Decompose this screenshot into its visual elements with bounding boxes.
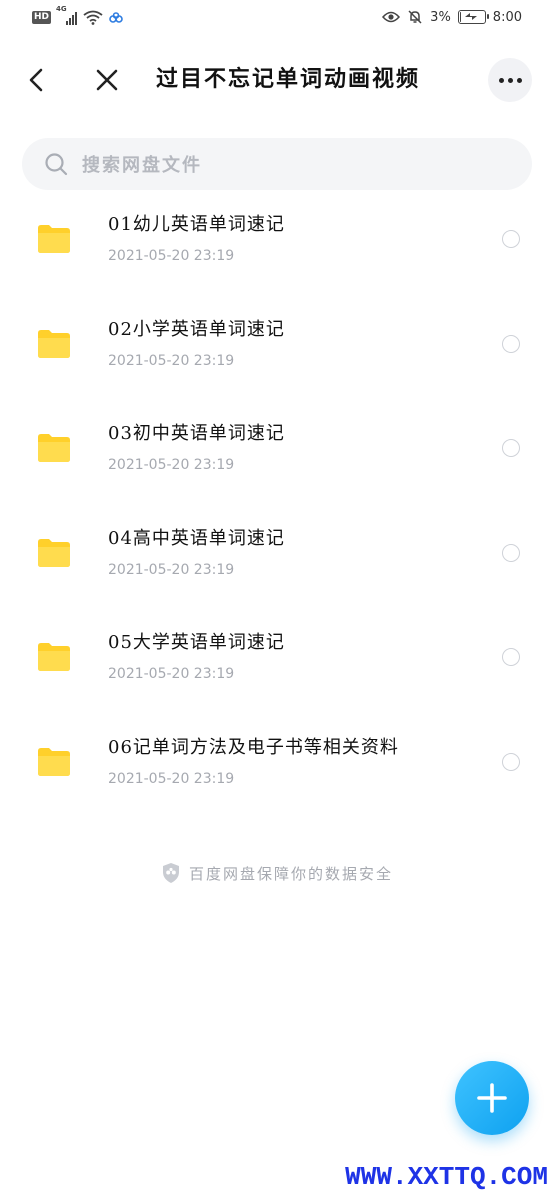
list-item[interactable]: 01幼儿英语单词速记 2021-05-20 23:19 — [0, 190, 554, 295]
more-dot — [498, 77, 504, 83]
file-name: 05大学英语单词速记 — [108, 632, 285, 654]
file-date: 2021-05-20 23:19 — [108, 248, 235, 264]
security-note: 百度网盘保障你的数据安全 — [0, 862, 554, 884]
folder-icon — [38, 747, 70, 776]
file-date: 2021-05-20 23:19 — [108, 457, 235, 474]
nav-bar: 过目不忘记单词动画视频 — [0, 44, 554, 116]
clock: 8:00 — [492, 9, 522, 25]
search-input[interactable]: 搜索网盘文件 — [22, 138, 532, 190]
file-name: 06记单词方法及电子书等相关资料 — [108, 736, 399, 758]
more-options-button[interactable] — [488, 58, 532, 102]
more-dot — [516, 77, 522, 83]
folder-icon — [38, 329, 70, 358]
chevron-left-icon — [29, 68, 43, 92]
list-item[interactable]: 02小学英语单词速记 2021-05-20 23:19 — [0, 295, 554, 400]
shield-icon — [162, 863, 179, 883]
search-placeholder: 搜索网盘文件 — [82, 155, 202, 176]
more-dot — [507, 77, 513, 83]
add-button[interactable] — [455, 1061, 529, 1135]
status-left: HD 4G — [32, 5, 123, 25]
file-list: 01幼儿英语单词速记 2021-05-20 23:19 02小学英语单词速记 2021… — [0, 190, 554, 818]
folder-icon — [38, 643, 70, 672]
file-date: 2021-05-20 23:19 — [108, 770, 235, 787]
select-checkbox[interactable] — [502, 752, 520, 771]
eye-icon — [382, 11, 401, 23]
mute-bell-icon — [408, 10, 422, 24]
select-checkbox[interactable] — [502, 543, 520, 562]
file-name: 04高中英语单词速记 — [108, 527, 285, 549]
baidu-netdisk-status-icon — [109, 11, 123, 23]
file-date: 2021-05-20 23:19 — [108, 352, 235, 369]
hd-badge: HD — [32, 11, 52, 24]
folder-icon — [38, 538, 70, 567]
page-title: 过目不忘记单词动画视频 — [156, 66, 421, 92]
file-name: 03初中英语单词速记 — [108, 423, 285, 445]
list-item[interactable]: 06记单词方法及电子书等相关资料 2021-05-20 23:19 — [0, 713, 554, 818]
status-right: 3% 8:00 — [382, 9, 522, 25]
list-item[interactable]: 05大学英语单词速记 2021-05-20 23:19 — [0, 608, 554, 713]
battery-percent: 3% — [430, 9, 451, 25]
list-item[interactable]: 03初中英语单词速记 2021-05-20 23:19 — [0, 399, 554, 504]
wifi-icon — [83, 10, 103, 25]
file-name: 02小学英语单词速记 — [108, 318, 285, 340]
back-button[interactable] — [22, 64, 52, 96]
search-icon — [45, 153, 68, 176]
file-date: 2021-05-20 23:19 — [108, 561, 235, 578]
list-item[interactable]: 04高中英语单词速记 2021-05-20 23:19 — [0, 504, 554, 609]
file-date: 2021-05-20 23:19 — [108, 666, 235, 683]
network-type-label: 4G — [56, 4, 67, 13]
file-name: 01幼儿英语单词速记 — [108, 214, 285, 235]
select-checkbox[interactable] — [502, 230, 520, 248]
select-checkbox[interactable] — [502, 334, 520, 353]
close-icon — [96, 69, 118, 91]
close-button[interactable] — [92, 64, 122, 96]
cellular-signal-icon: 4G — [56, 5, 78, 25]
folder-icon — [38, 434, 70, 463]
battery-fill — [459, 12, 461, 22]
plus-icon — [477, 1083, 507, 1113]
battery-icon — [457, 10, 489, 24]
folder-icon — [38, 225, 70, 253]
select-checkbox[interactable] — [502, 648, 520, 667]
status-bar: HD 4G 3% 8:00 — [0, 0, 554, 38]
charging-icon — [464, 13, 477, 20]
select-checkbox[interactable] — [502, 439, 520, 458]
security-note-text: 百度网盘保障你的数据安全 — [188, 864, 393, 883]
watermark: WWW.XXTTQ.COM — [345, 1162, 548, 1192]
